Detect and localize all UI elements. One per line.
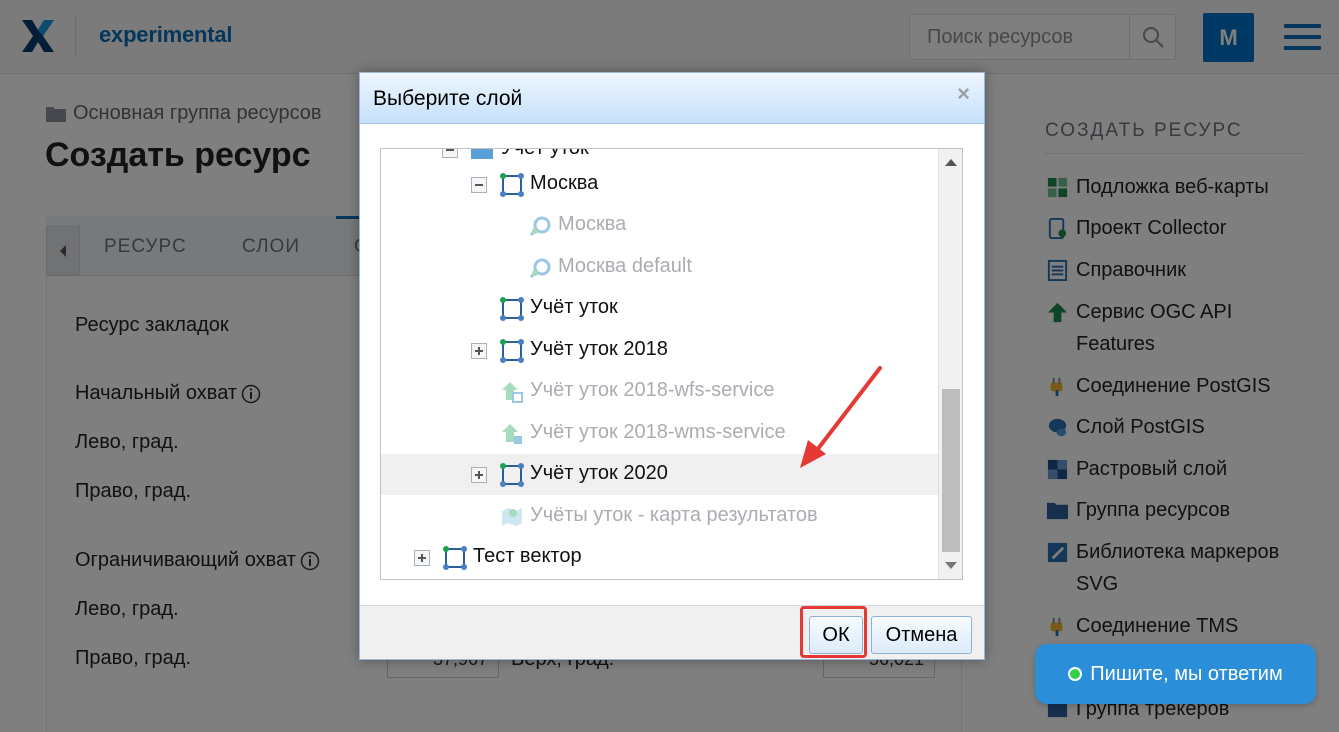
tree-node-label: Тест вектор bbox=[473, 545, 582, 567]
annotation-arrow-icon bbox=[800, 366, 882, 468]
tree-node-label: Учёт уток 2018 bbox=[530, 338, 668, 360]
tree-node-style[interactable]: Москва bbox=[381, 205, 938, 246]
tree-node-label: Учёт уток 2020 bbox=[530, 462, 668, 484]
expand-icon[interactable] bbox=[471, 343, 487, 359]
ok-button-highlight-box bbox=[800, 606, 867, 658]
group-icon bbox=[471, 149, 493, 159]
scrollbar-thumb[interactable] bbox=[942, 389, 960, 552]
tree-node-label: Москва bbox=[558, 213, 627, 235]
vector-layer-icon bbox=[500, 173, 524, 197]
style-icon bbox=[529, 258, 551, 279]
scroll-up-icon[interactable] bbox=[945, 159, 957, 166]
tree-node-label: Учёт уток bbox=[501, 148, 589, 159]
tree-node-label: Москва default bbox=[558, 255, 692, 277]
collapse-icon[interactable] bbox=[471, 177, 487, 193]
close-icon[interactable]: × bbox=[957, 81, 970, 107]
scroll-down-icon[interactable] bbox=[945, 562, 957, 569]
tree-node-label: Москва bbox=[530, 172, 599, 194]
tree-node-label: Учёты уток - карта результатов bbox=[530, 504, 818, 526]
dialog-title: Выберите слой bbox=[373, 87, 523, 110]
chat-widget-button[interactable]: Пишите, мы ответим bbox=[1035, 644, 1316, 704]
dialog-footer: ОК Отмена bbox=[360, 605, 984, 659]
expand-icon[interactable] bbox=[414, 550, 430, 566]
tree-node-label: Учёт уток bbox=[530, 296, 618, 318]
wfs-service-icon bbox=[502, 382, 523, 403]
style-icon bbox=[529, 216, 551, 237]
chat-label: Пишите, мы ответим bbox=[1090, 662, 1283, 685]
tree-scrollbar[interactable] bbox=[938, 149, 962, 579]
vector-layer-icon bbox=[500, 297, 524, 321]
vector-layer-icon bbox=[500, 463, 524, 487]
vector-layer-icon bbox=[500, 339, 524, 363]
vector-layer-icon bbox=[443, 546, 467, 570]
tree-node-layer[interactable]: Тест вектор bbox=[381, 537, 938, 578]
select-layer-dialog: Выберите слой × Учёт уток Москва Москва … bbox=[359, 72, 985, 660]
cancel-button[interactable]: Отмена bbox=[871, 616, 972, 654]
tree-node-label: Учёт уток 2018-wms-service bbox=[530, 421, 786, 443]
collapse-icon[interactable] bbox=[442, 149, 458, 158]
tree-node-layer[interactable]: Учёт уток bbox=[381, 288, 938, 329]
tree-node-webmap[interactable]: Учёты уток - карта результатов bbox=[381, 496, 938, 537]
webmap-icon bbox=[502, 508, 522, 526]
tree-node-layer[interactable]: Москва bbox=[381, 164, 938, 205]
online-status-icon bbox=[1068, 667, 1083, 681]
tree-node-label: Учёт уток 2018-wfs-service bbox=[530, 379, 775, 401]
wms-service-icon bbox=[502, 424, 522, 444]
tree-node-style[interactable]: Москва default bbox=[381, 247, 938, 288]
expand-icon[interactable] bbox=[471, 467, 487, 483]
dialog-header: Выберите слой × bbox=[360, 73, 984, 124]
